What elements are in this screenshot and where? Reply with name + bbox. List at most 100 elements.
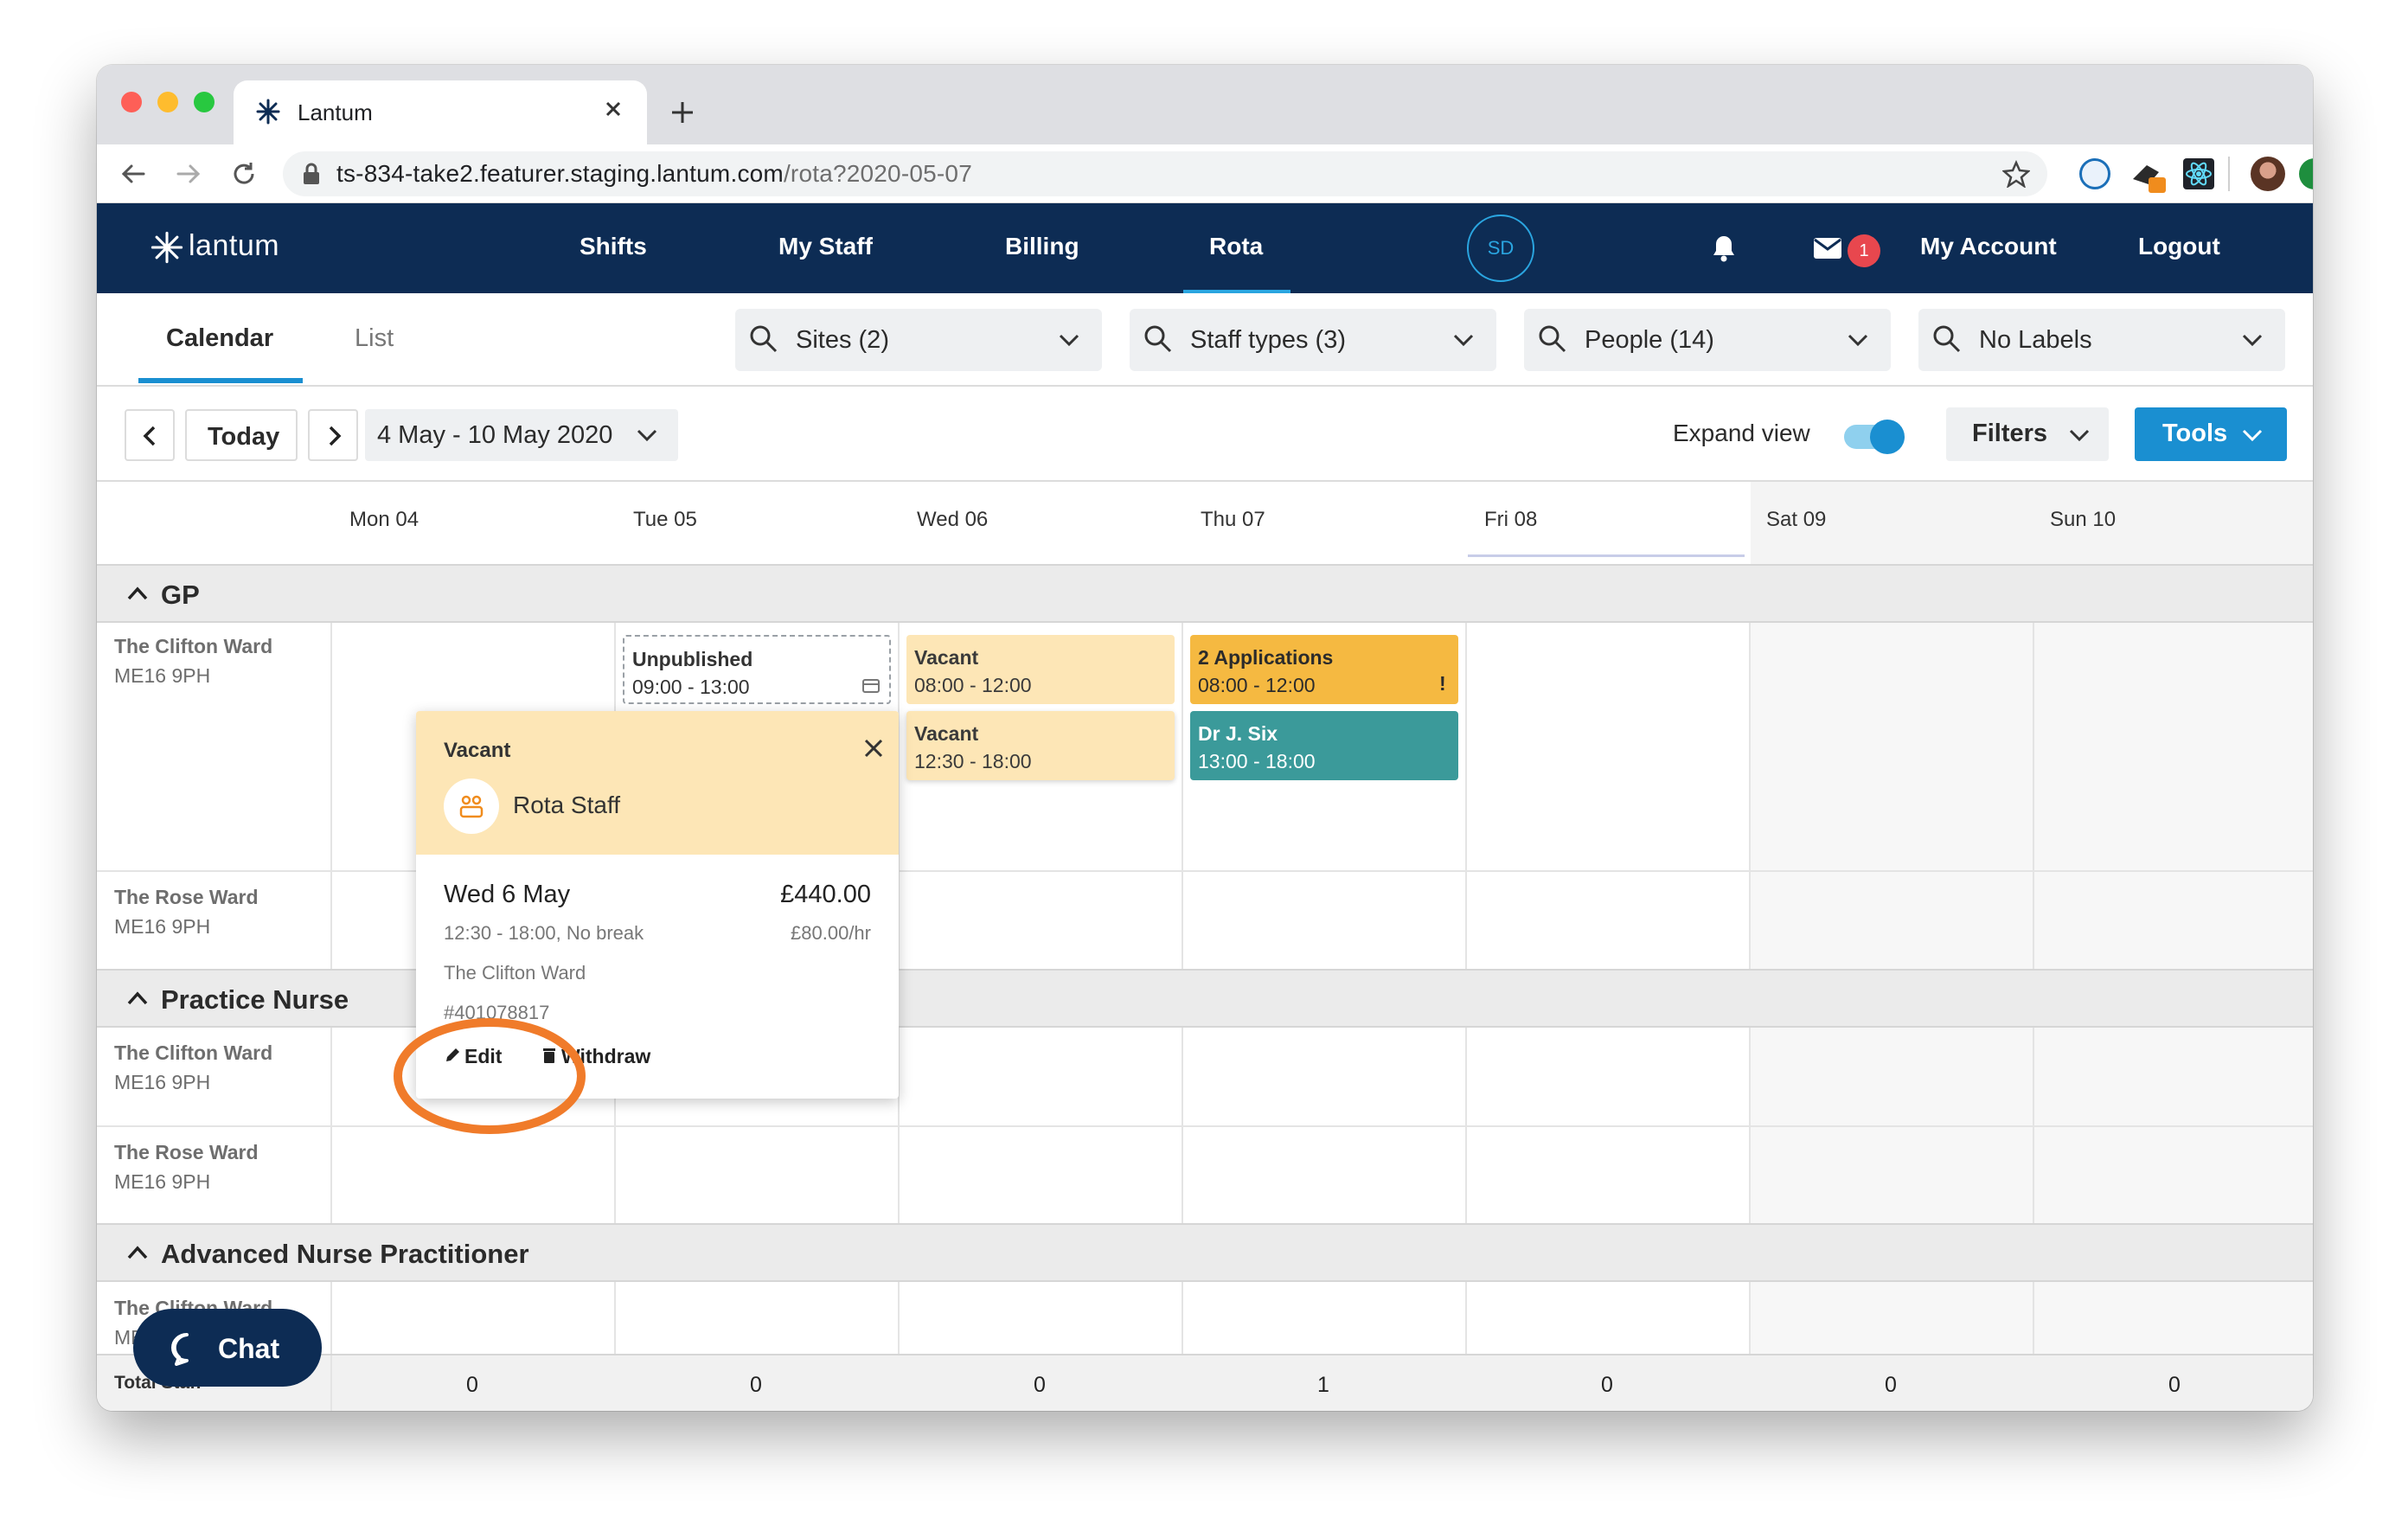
day-header-fri: Fri 08 (1484, 508, 1538, 531)
tab-calendar[interactable]: Calendar (166, 324, 273, 353)
weekend-shade (1751, 482, 2313, 565)
maximize-window-button[interactable] (194, 92, 215, 112)
ward-postcode: ME16 9PH (114, 664, 211, 687)
popover-rate: £80.00/hr (791, 922, 871, 944)
user-avatar[interactable]: SD (1467, 215, 1534, 282)
chevron-left-icon (139, 425, 160, 447)
section-advanced-nurse-practitioner[interactable]: Advanced Nurse Practitioner (97, 1223, 2313, 1282)
today-label: Today (208, 423, 280, 451)
row-label-nurse-clifton: The Clifton Ward ME16 9PH (114, 1038, 272, 1097)
forward-arrow-icon[interactable] (175, 160, 202, 188)
shift-time: 08:00 - 12:00 (914, 674, 1032, 696)
chat-bubble-icon (170, 1331, 204, 1366)
shift-time: 13:00 - 18:00 (1198, 750, 1316, 772)
react-devtools-icon[interactable] (2183, 158, 2214, 189)
shift-time: 12:30 - 18:00 (914, 750, 1032, 772)
password-manager-extension-icon[interactable] (2079, 158, 2110, 189)
lantum-logo-icon[interactable] (150, 231, 183, 264)
expand-view-toggle[interactable] (1844, 420, 1905, 454)
shift-card-vacant-selected[interactable]: Vacant 12:30 - 18:00 (906, 711, 1175, 780)
search-icon (749, 324, 778, 354)
calendar-icon (861, 676, 881, 694)
people-filter-dropdown[interactable]: People (14) (1524, 309, 1891, 371)
new-tab-icon[interactable] (669, 99, 695, 125)
shift-card-vacant[interactable]: Vacant 08:00 - 12:00 (906, 635, 1175, 704)
view-filter-bar: Calendar List Sites (2) Staff types (3) … (97, 293, 2313, 387)
search-icon (1538, 324, 1567, 354)
nav-billing[interactable]: Billing (1005, 233, 1079, 260)
messages-envelope-icon[interactable] (1814, 238, 1841, 259)
shift-title: Dr J. Six (1198, 722, 1278, 745)
brand-name[interactable]: lantum (189, 229, 279, 263)
attention-flag: ! (1439, 672, 1446, 695)
lantum-favicon-icon (254, 98, 282, 125)
shift-time: 09:00 - 13:00 (632, 676, 750, 698)
shift-title: Vacant (914, 722, 979, 745)
extension-badge-icon[interactable] (2129, 157, 2168, 195)
shift-time: 08:00 - 12:00 (1198, 674, 1316, 696)
shift-card-unpublished[interactable]: Unpublished 09:00 - 13:00 (623, 635, 891, 704)
grid-line (330, 1355, 332, 1411)
popover-staff-type: Rota Staff (513, 791, 621, 818)
people-filter-label: People (14) (1585, 326, 1714, 354)
nav-my-staff[interactable]: My Staff (778, 233, 873, 260)
nav-my-account[interactable]: My Account (1920, 233, 2057, 260)
labels-filter-dropdown[interactable]: No Labels (1918, 309, 2285, 371)
day-header-sun: Sun 10 (2050, 508, 2117, 531)
filters-button[interactable]: Filters (1946, 407, 2109, 461)
shift-title: 2 Applications (1198, 646, 1334, 669)
nav-logout[interactable]: Logout (2138, 233, 2220, 260)
sites-filter-dropdown[interactable]: Sites (2) (735, 309, 1102, 371)
row-label-gp-clifton: The Clifton Ward ME16 9PH (114, 631, 272, 690)
close-icon[interactable] (861, 735, 887, 761)
chevron-down-icon (2240, 330, 2264, 350)
popover-time: 12:30 - 18:00, No break (444, 922, 644, 944)
chevron-down-icon (2240, 425, 2264, 445)
back-arrow-icon[interactable] (119, 160, 147, 188)
total-fri: 0 (1601, 1373, 1613, 1397)
staff-types-filter-label: Staff types (3) (1190, 326, 1346, 354)
bookmark-star-icon[interactable] (2002, 160, 2030, 188)
toggle-knob (1870, 420, 1905, 454)
tools-label: Tools (2162, 420, 2228, 447)
section-title: Practice Nurse (161, 984, 349, 1015)
tab-list[interactable]: List (355, 324, 394, 353)
ward-name: The Rose Ward (114, 1141, 259, 1163)
close-tab-icon[interactable] (600, 96, 626, 122)
today-button[interactable]: Today (185, 409, 298, 461)
highlight-circle (394, 1018, 586, 1134)
shift-title: Unpublished (632, 648, 753, 670)
close-window-button[interactable] (121, 92, 142, 112)
previous-week-button[interactable] (125, 409, 175, 461)
nav-rota[interactable]: Rota (1209, 233, 1263, 260)
popover-date: Wed 6 May (444, 881, 571, 908)
filters-label: Filters (1972, 420, 2048, 447)
day-header-tue: Tue 05 (633, 508, 697, 531)
section-gp[interactable]: GP (97, 564, 2313, 623)
total-tue: 0 (750, 1373, 762, 1397)
address-bar-row: ts-834-take2.featurer.staging.lantum.com… (97, 144, 2313, 203)
chevron-up-icon (126, 1244, 149, 1261)
shift-card-filled[interactable]: Dr J. Six 13:00 - 18:00 (1190, 711, 1458, 780)
popover-status: Vacant (444, 739, 511, 762)
shift-card-applications[interactable]: 2 Applications 08:00 - 12:00 ! (1190, 635, 1458, 704)
url-field[interactable]: ts-834-take2.featurer.staging.lantum.com… (283, 151, 2047, 196)
date-range-dropdown[interactable]: 4 May - 10 May 2020 (365, 409, 678, 461)
current-day-indicator (1468, 554, 1745, 557)
next-week-button[interactable] (308, 409, 358, 461)
reload-icon[interactable] (230, 160, 258, 188)
chat-button[interactable]: Chat (133, 1309, 322, 1387)
tools-button[interactable]: Tools (2135, 407, 2287, 461)
minimize-window-button[interactable] (157, 92, 178, 112)
tab-title: Lantum (298, 99, 373, 125)
totals-row: Total Staff 0 0 0 1 0 0 0 (97, 1354, 2313, 1411)
update-extension-icon[interactable] (2299, 158, 2313, 189)
profile-avatar[interactable] (2251, 157, 2285, 191)
chevron-down-icon (1057, 330, 1081, 350)
section-title: GP (161, 580, 200, 610)
notifications-bell-icon[interactable] (1711, 234, 1737, 262)
browser-tab[interactable]: Lantum (234, 80, 647, 144)
staff-types-filter-dropdown[interactable]: Staff types (3) (1130, 309, 1496, 371)
nav-shifts[interactable]: Shifts (580, 233, 647, 260)
search-icon (1932, 324, 1962, 354)
